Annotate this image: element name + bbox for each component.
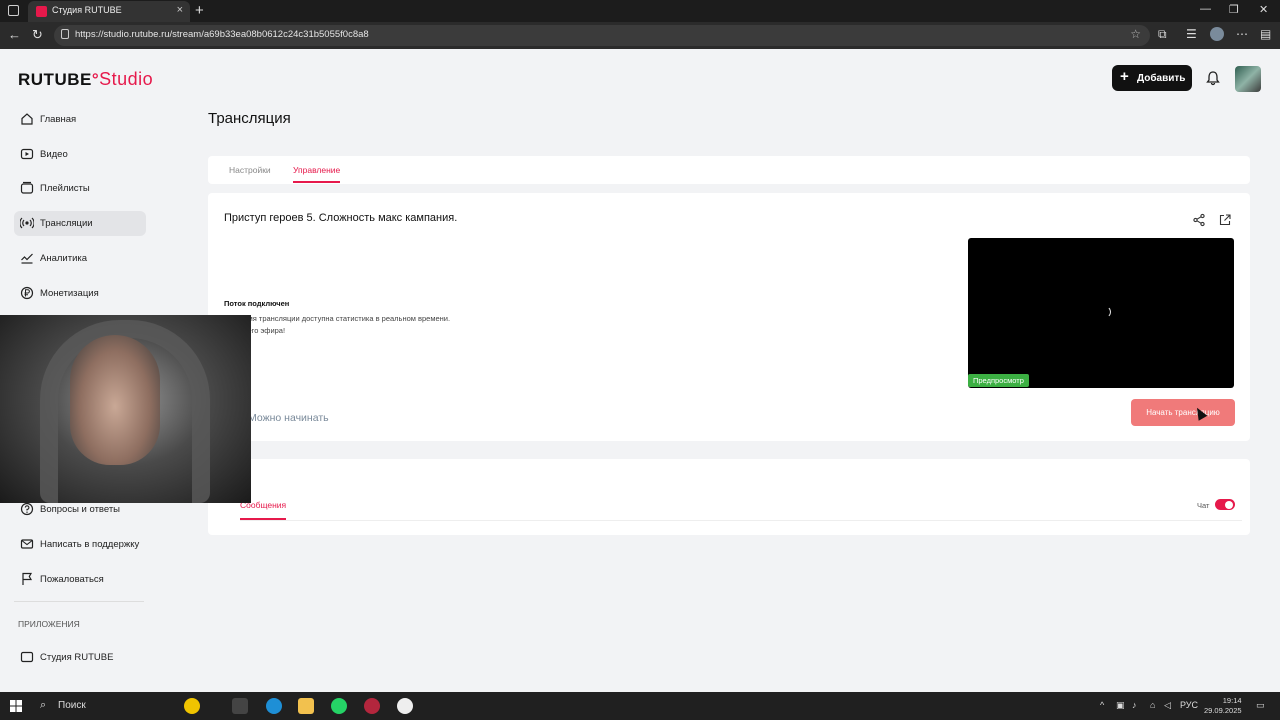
volume-icon[interactable]: ◁ <box>1164 700 1171 711</box>
url-text: https://studio.rutube.ru/stream/a69b33ea… <box>75 29 369 40</box>
search-icon[interactable]: ⌕ <box>40 699 46 712</box>
active-tab-indicator <box>293 181 340 183</box>
stream-card: Приступ героев 5. Сложность макс кампани… <box>208 193 1250 441</box>
sidebar-item-monetization[interactable]: Монетизация <box>14 281 146 306</box>
sidebar-item-broadcasts[interactable]: Трансляции <box>14 211 146 236</box>
sidebar-item-analytics[interactable]: Аналитика <box>14 246 146 271</box>
file-explorer-icon[interactable] <box>298 698 314 714</box>
lock-icon <box>61 29 69 39</box>
webcam-person <box>70 335 160 465</box>
extensions-icon[interactable]: ⧉ <box>1158 27 1167 42</box>
preview-badge: Предпросмотр <box>968 374 1029 387</box>
window-menu-icon[interactable] <box>8 5 19 16</box>
user-avatar[interactable] <box>1235 66 1261 92</box>
plus-icon: + <box>1120 68 1129 85</box>
more-icon[interactable]: ⋯ <box>1236 27 1248 41</box>
task-view-icon[interactable] <box>232 698 248 714</box>
browser-tab[interactable]: Студия RUTUBE × <box>28 1 190 22</box>
copilot-icon[interactable] <box>184 698 200 714</box>
taskbar-clock[interactable]: 19:14 29.09.2025 <box>1204 696 1242 716</box>
video-icon <box>20 148 34 160</box>
tab-title: Студия RUTUBE <box>52 5 122 15</box>
microphone-icon[interactable]: ♪ <box>1132 700 1137 710</box>
ready-to-start-text: Можно начинать <box>248 412 329 424</box>
studio-icon <box>20 651 34 663</box>
sidebar-item-playlists[interactable]: Плейлисты <box>14 176 146 201</box>
sidebar-item-home[interactable]: Главная <box>14 107 146 132</box>
rutube-favicon-icon <box>36 6 47 17</box>
analytics-icon <box>21 253 33 264</box>
add-button[interactable]: + Добавить <box>1112 65 1192 91</box>
back-icon[interactable]: ← <box>8 27 21 42</box>
address-bar[interactable]: https://studio.rutube.ru/stream/a69b33ea… <box>54 25 1150 46</box>
webcam-overlay <box>0 315 251 503</box>
bookmark-star-icon[interactable]: ☆ <box>1130 27 1141 41</box>
flag-icon <box>22 572 33 585</box>
close-window-icon[interactable]: ✕ <box>1259 3 1268 16</box>
close-tab-icon[interactable]: × <box>177 4 183 16</box>
notifications-bell-icon[interactable] <box>1205 70 1221 86</box>
rutube-studio-logo[interactable]: RUTUBE°Studio <box>18 69 153 90</box>
chat-toggle[interactable] <box>1215 499 1235 510</box>
open-external-icon[interactable] <box>1218 213 1232 227</box>
taskbar-search[interactable]: Поиск <box>58 700 86 711</box>
app-icon[interactable] <box>364 698 380 714</box>
sidebar-item-studio-app[interactable]: Студия RUTUBE <box>14 645 146 670</box>
sidebar-item-video[interactable]: Видео <box>14 142 146 167</box>
new-tab-icon[interactable]: + <box>195 2 204 19</box>
tray-app-icon[interactable]: ▣ <box>1116 700 1125 711</box>
stream-preview-player[interactable]: Предпросмотр <box>968 238 1234 388</box>
question-icon <box>20 502 34 516</box>
chat-divider <box>240 520 1242 521</box>
playlist-icon <box>20 181 34 194</box>
sidebar-item-report[interactable]: Пожаловаться <box>14 567 146 592</box>
obs-icon[interactable] <box>397 698 413 714</box>
network-icon[interactable]: ⌂ <box>1150 700 1155 710</box>
apps-section-title: ПРИЛОЖЕНИЯ <box>18 619 80 629</box>
mail-icon <box>20 539 34 549</box>
chat-toggle-label: Чат <box>1197 501 1210 510</box>
chat-card: Сообщения Чат <box>208 459 1250 535</box>
share-icon[interactable] <box>1192 213 1206 227</box>
favorites-icon[interactable]: ☰ <box>1186 27 1197 41</box>
windows-taskbar: ⌕ Поиск ^ ▣ ♪ ⌂ ◁ РУС 19:14 29.09.2025 ▭ <box>0 692 1280 720</box>
tray-expand-icon[interactable]: ^ <box>1100 700 1104 710</box>
start-stream-button[interactable]: Начать трансляцию <box>1131 399 1235 426</box>
tabs-bar: Настройки Управление <box>208 156 1250 184</box>
browser-tab-bar: Студия RUTUBE × + — ❐ ✕ <box>0 0 1280 22</box>
tab-settings[interactable]: Настройки <box>229 165 271 175</box>
tab-management[interactable]: Управление <box>293 165 340 175</box>
broadcast-icon <box>20 217 34 229</box>
home-icon <box>21 113 33 125</box>
sidebar-item-support[interactable]: Написать в поддержку <box>14 532 146 557</box>
browser-toolbar: ← ↻ https://studio.rutube.ru/stream/a69b… <box>0 22 1280 49</box>
ruble-icon <box>20 286 34 300</box>
page-title: Трансляция <box>208 110 291 127</box>
browser-profile-icon[interactable] <box>1210 27 1224 41</box>
reload-icon[interactable]: ↻ <box>32 27 43 43</box>
stream-status-text: Во время трансляции доступна статистика … <box>224 314 451 323</box>
loading-spinner-icon <box>1099 306 1111 318</box>
maximize-icon[interactable]: ❐ <box>1229 3 1239 16</box>
stream-status-heading: Поток подключен <box>224 299 290 308</box>
edge-icon[interactable] <box>266 698 282 714</box>
notifications-icon[interactable]: ▭ <box>1256 700 1265 711</box>
sidebar-toggle-icon[interactable]: ▤ <box>1260 27 1271 41</box>
sidebar-divider <box>14 601 144 602</box>
whatsapp-icon[interactable] <box>331 698 347 714</box>
windows-start-icon[interactable] <box>10 700 22 712</box>
language-indicator[interactable]: РУС <box>1180 700 1198 710</box>
minimize-icon[interactable]: — <box>1200 3 1211 15</box>
stream-title: Приступ героев 5. Сложность макс кампани… <box>224 212 458 224</box>
